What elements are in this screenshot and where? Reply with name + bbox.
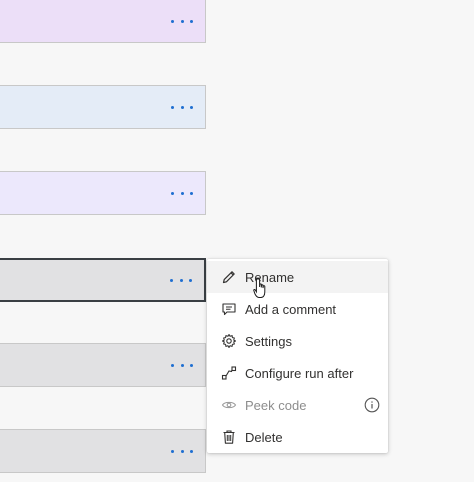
menu-item-label: Delete (245, 429, 283, 445)
run-after-icon (221, 365, 237, 381)
comment-icon (221, 301, 237, 317)
dot-icon (189, 278, 192, 282)
gear-icon (221, 333, 237, 349)
action-card[interactable] (0, 171, 206, 215)
dot-icon (171, 105, 174, 109)
dot-icon (190, 19, 193, 23)
action-card[interactable] (0, 0, 206, 43)
dot-icon (170, 278, 173, 282)
info-icon[interactable] (364, 397, 380, 413)
context-menu: Rename Add a comment Settings Configure … (207, 259, 388, 453)
dot-icon (180, 19, 184, 23)
dot-icon (190, 191, 193, 195)
menu-item-delete[interactable]: Delete (207, 421, 388, 453)
more-options-button[interactable] (171, 102, 193, 112)
dot-icon (180, 363, 184, 367)
menu-item-label: Peek code (245, 397, 307, 413)
more-options-button[interactable] (171, 188, 193, 198)
dot-icon (171, 449, 174, 453)
more-options-button[interactable] (171, 446, 193, 456)
dot-icon (171, 19, 174, 23)
menu-item-peek-code: Peek code (207, 389, 388, 421)
dot-icon (171, 191, 174, 195)
dot-icon (171, 363, 174, 367)
dot-icon (179, 278, 183, 282)
action-card-selected[interactable] (0, 258, 206, 302)
more-options-button[interactable] (170, 275, 192, 285)
action-card[interactable] (0, 429, 206, 473)
dot-icon (180, 105, 184, 109)
menu-item-settings[interactable]: Settings (207, 325, 388, 357)
menu-item-label: Add a comment (245, 301, 337, 317)
more-options-button[interactable] (171, 16, 193, 26)
menu-item-rename[interactable]: Rename (207, 261, 388, 293)
dot-icon (180, 191, 184, 195)
more-options-button[interactable] (171, 360, 193, 370)
dot-icon (190, 363, 193, 367)
menu-item-label: Rename (245, 269, 295, 285)
menu-item-add-comment[interactable]: Add a comment (207, 293, 388, 325)
menu-item-label: Configure run after (245, 365, 354, 381)
dot-icon (190, 105, 193, 109)
action-card[interactable] (0, 343, 206, 387)
pencil-icon (221, 269, 237, 285)
dot-icon (180, 449, 184, 453)
workflow-canvas: Rename Add a comment Settings Configure … (0, 0, 474, 482)
menu-item-configure-run-after[interactable]: Configure run after (207, 357, 388, 389)
action-card[interactable] (0, 85, 206, 129)
trash-icon (221, 429, 237, 445)
eye-icon (221, 397, 237, 413)
menu-item-label: Settings (245, 333, 292, 349)
dot-icon (190, 449, 193, 453)
